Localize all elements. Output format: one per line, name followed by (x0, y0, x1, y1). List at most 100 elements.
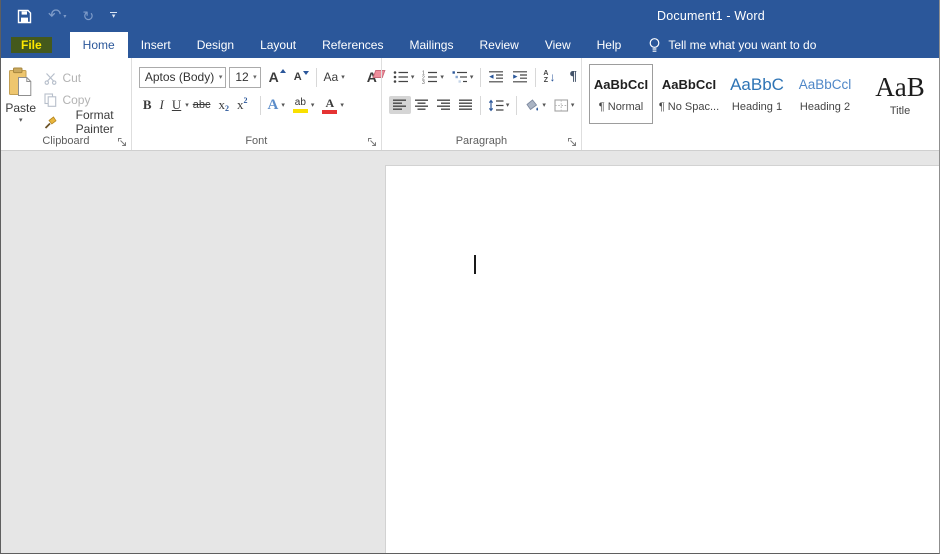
shading-button[interactable]: ▾ (520, 94, 550, 116)
tell-me-box[interactable]: Tell me what you want to do (648, 32, 816, 58)
text-effects-button[interactable]: A ▾ (264, 94, 289, 116)
change-case-button[interactable]: Aa ▾ (320, 66, 349, 88)
sort-button[interactable]: AZ ↓ (539, 66, 559, 88)
style-title[interactable]: AaB Title (861, 64, 939, 124)
style-heading-1[interactable]: AaBbC Heading 1 (725, 64, 789, 124)
styles-group: AaBbCcI ¶ Normal AaBbCcI ¶ No Spac... Aa… (581, 58, 939, 150)
strikethrough-button[interactable]: abc (189, 94, 215, 116)
style-normal[interactable]: AaBbCcI ¶ Normal (589, 64, 653, 124)
grow-font-button[interactable]: A (265, 66, 290, 88)
tab-layout[interactable]: Layout (247, 32, 309, 58)
bold-button[interactable]: B (139, 94, 156, 116)
bullets-button[interactable]: ▾ (389, 66, 419, 88)
style-heading-2[interactable]: AaBbCcl Heading 2 (793, 64, 857, 124)
style-label: Title (890, 105, 910, 117)
clear-formatting-button[interactable]: A (363, 66, 381, 88)
styles-gallery: AaBbCcI ¶ Normal AaBbCcI ¶ No Spac... Aa… (582, 58, 939, 124)
multilevel-list-icon (452, 70, 468, 84)
style-label: ¶ Normal (599, 101, 643, 113)
superscript-button[interactable]: x2 (233, 94, 252, 116)
font-color-icon: A (322, 97, 337, 114)
clipboard-dialog-launcher[interactable] (117, 137, 127, 147)
numbering-button[interactable]: 1 2 3 ▾ (418, 66, 448, 88)
align-right-icon (437, 99, 451, 111)
tab-review[interactable]: Review (466, 32, 531, 58)
tab-design[interactable]: Design (184, 32, 247, 58)
subscript-icon: x2 (219, 97, 230, 113)
tab-insert[interactable]: Insert (128, 32, 184, 58)
line-spacing-icon (488, 99, 504, 112)
underline-button[interactable]: U (168, 94, 185, 116)
align-right-button[interactable] (433, 96, 455, 114)
title-bar: ↶ ▾ ↻ ▾ Document1 - Word (1, 0, 939, 32)
dialog-launcher-icon (117, 137, 127, 147)
format-painter-icon (44, 116, 57, 129)
paste-icon (8, 67, 33, 98)
tab-help[interactable]: Help (584, 32, 635, 58)
paragraph-dialog-launcher[interactable] (567, 137, 577, 147)
paste-label: Paste (5, 101, 36, 115)
decrease-indent-button[interactable] (484, 66, 508, 88)
align-center-button[interactable] (411, 96, 433, 114)
tab-home[interactable]: Home (70, 32, 128, 58)
shrink-font-icon: A (294, 71, 302, 83)
text-effects-icon: A (268, 97, 279, 114)
justify-button[interactable] (455, 96, 477, 114)
style-label: Heading 2 (800, 101, 850, 113)
line-spacing-button[interactable]: ▾ (484, 94, 514, 116)
cut-button[interactable]: Cut (40, 67, 130, 89)
shrink-font-button[interactable]: A (290, 66, 313, 88)
increase-indent-icon (512, 70, 528, 84)
redo-icon: ↻ (82, 9, 94, 23)
ribbon-tab-row: File Home Insert Design Layout Reference… (1, 32, 939, 58)
clipboard-group: Paste ▾ Cut (1, 58, 131, 150)
numbering-icon: 1 2 3 (422, 70, 438, 84)
style-no-spacing[interactable]: AaBbCcI ¶ No Spac... (657, 64, 721, 124)
save-button[interactable] (17, 9, 32, 24)
borders-button[interactable]: ▾ (550, 94, 579, 116)
redo-button[interactable]: ↻ (82, 9, 94, 23)
format-painter-button[interactable]: Format Painter (40, 111, 130, 133)
justify-icon (459, 99, 473, 111)
style-label: ¶ No Spac... (659, 101, 719, 113)
undo-dropdown-icon: ▾ (63, 13, 66, 20)
font-dialog-launcher[interactable] (367, 137, 377, 147)
font-size-combobox[interactable]: 12 ▾ (229, 67, 260, 88)
document-area (1, 151, 939, 554)
italic-button[interactable]: I (156, 94, 168, 116)
style-sample: AaBbC (730, 74, 784, 96)
paragraph-group: ▾ 1 2 3 ▾ (381, 58, 581, 150)
text-highlight-icon: ab (293, 98, 308, 113)
show-hide-pilcrow-button[interactable]: ¶ (565, 66, 581, 88)
sort-icon: AZ ↓ (543, 70, 555, 84)
dialog-launcher-icon (367, 137, 377, 147)
tab-file[interactable]: File (11, 37, 52, 53)
tab-view[interactable]: View (532, 32, 584, 58)
subscript-button[interactable]: x2 (215, 94, 234, 116)
font-color-button[interactable]: A ▾ (318, 94, 348, 116)
undo-icon: ↶ (48, 8, 61, 24)
document-page[interactable] (385, 165, 940, 554)
undo-button[interactable]: ↶ ▾ (48, 8, 66, 24)
multilevel-list-button[interactable]: ▾ (448, 66, 478, 88)
style-sample: AaB (875, 74, 925, 100)
align-center-icon (415, 99, 429, 111)
scissors-icon (44, 72, 57, 85)
dialog-launcher-icon (567, 137, 577, 147)
tab-references[interactable]: References (309, 32, 396, 58)
window-title: Document1 - Word (657, 0, 765, 32)
tab-mailings[interactable]: Mailings (396, 32, 466, 58)
clipboard-group-label: Clipboard (1, 135, 131, 147)
qat-customize-icon: ▾ (110, 12, 117, 20)
change-case-icon: Aa (324, 70, 339, 84)
align-left-button[interactable] (389, 96, 411, 114)
paste-dropdown-icon: ▾ (19, 116, 23, 124)
paste-button[interactable]: Paste ▾ (1, 63, 40, 133)
ribbon: Paste ▾ Cut (1, 58, 939, 151)
qat-customize-button[interactable]: ▾ (110, 12, 117, 20)
increase-indent-button[interactable] (508, 66, 532, 88)
word-window: ↶ ▾ ↻ ▾ Document1 - Word File Home Inser… (0, 0, 940, 554)
copy-label: Copy (62, 93, 90, 107)
font-name-combobox[interactable]: Aptos (Body) ▾ (139, 67, 227, 88)
text-highlight-button[interactable]: ab ▾ (289, 94, 319, 116)
